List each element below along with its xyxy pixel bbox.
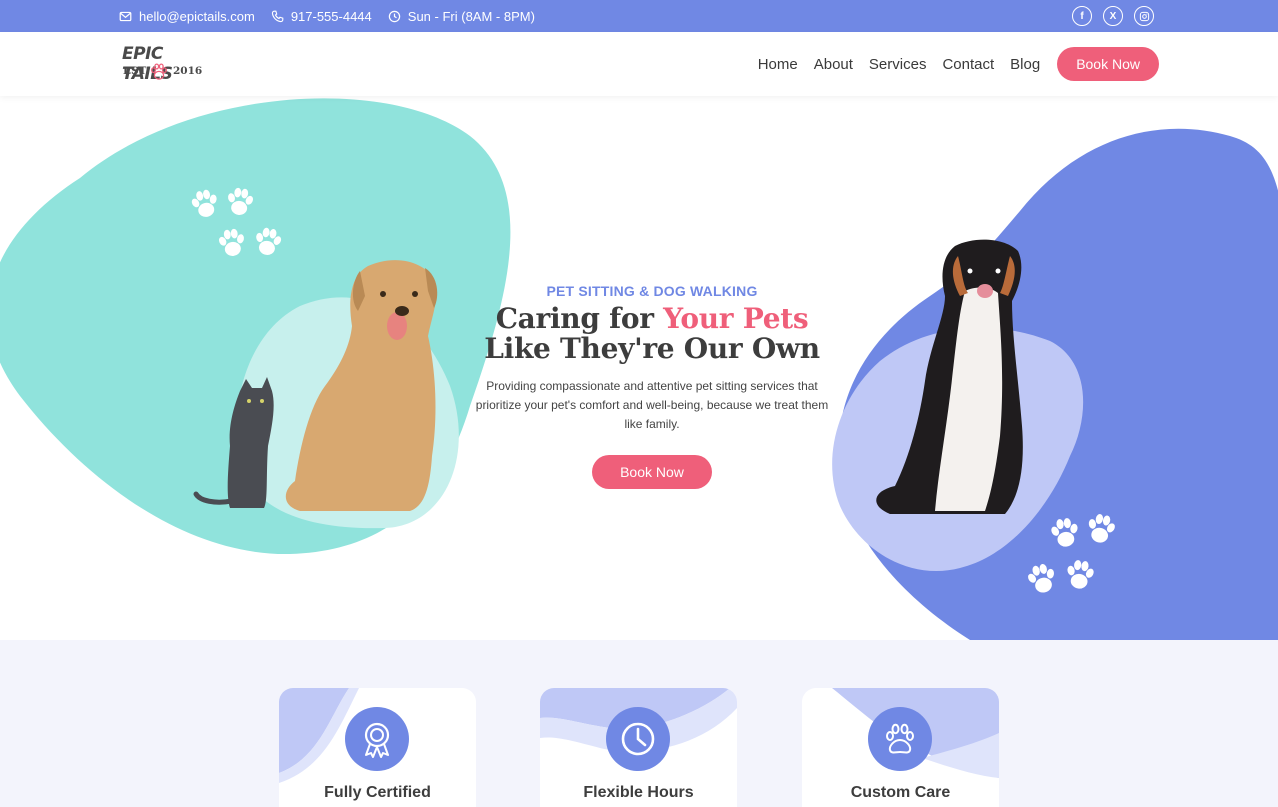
headline-part1: Caring for [495,302,664,335]
logo[interactable]: EPIC TAILS EST 2016 [121,43,211,85]
instagram-glyph [1139,11,1149,21]
main-nav: Home About Services Contact Blog Book No… [742,47,1159,81]
nav-home[interactable]: Home [758,56,798,73]
hours-text: Sun - Fri (8AM - 8PM) [407,8,535,24]
x-glyph: X [1109,10,1117,22]
logo-est: EST [123,65,147,77]
hours-info: Sun - Fri (8AM - 8PM) [388,9,535,24]
mail-icon [119,11,132,21]
feature-title: Custom Care [850,784,951,801]
nav-services[interactable]: Services [869,56,927,73]
hero-headline: Caring for Your Pets Like They're Our Ow… [472,304,832,364]
feature-title: Fully Certified [324,784,431,801]
paw-icon [868,707,932,771]
features-section: Fully Certified Flexible Hours Custom Ca… [0,640,1278,807]
nav-about[interactable]: About [814,56,853,73]
social-links: f X [1061,6,1154,26]
feature-card-certified: Fully Certified [279,688,476,807]
hero-description: Providing compassionate and attentive pe… [475,379,829,431]
feature-card-custom-care: Custom Care [802,688,999,807]
email-text: hello@epictails.com [139,8,255,24]
phone-icon [271,10,284,22]
clock-icon [606,707,670,771]
instagram-icon[interactable] [1134,6,1154,26]
hero-book-now-button[interactable]: Book Now [592,455,712,489]
x-icon[interactable]: X [1103,6,1123,26]
nav-contact[interactable]: Contact [942,56,994,73]
site-header: EPIC TAILS EST 2016 Home About Services … [0,32,1278,96]
phone-text: 917-555-4444 [290,8,372,24]
hero-content: PET SITTING & DOG WALKING Caring for You… [472,283,832,489]
facebook-glyph: f [1080,10,1084,22]
hero-section: PET SITTING & DOG WALKING Caring for You… [0,96,1278,640]
ribbon-badge-icon [345,707,409,771]
email-link[interactable]: hello@epictails.com [119,9,255,24]
headline-line2: Like They're Our Own [484,332,820,365]
hero-eyebrow: PET SITTING & DOG WALKING [546,283,758,299]
logo-paw-icon [151,63,167,80]
facebook-icon[interactable]: f [1072,6,1092,26]
clock-icon [388,10,401,22]
logo-year: 2016 [173,65,203,77]
contact-info: hello@epictails.com 917-555-4444 Sun - F… [119,0,551,32]
phone-link[interactable]: 917-555-4444 [271,9,372,24]
nav-blog[interactable]: Blog [1010,56,1040,73]
book-now-button[interactable]: Book Now [1057,47,1159,81]
feature-title: Flexible Hours [583,784,694,801]
headline-highlight: Your Pets [663,302,809,335]
feature-card-hours: Flexible Hours [540,688,737,807]
top-bar: hello@epictails.com 917-555-4444 Sun - F… [0,0,1278,32]
